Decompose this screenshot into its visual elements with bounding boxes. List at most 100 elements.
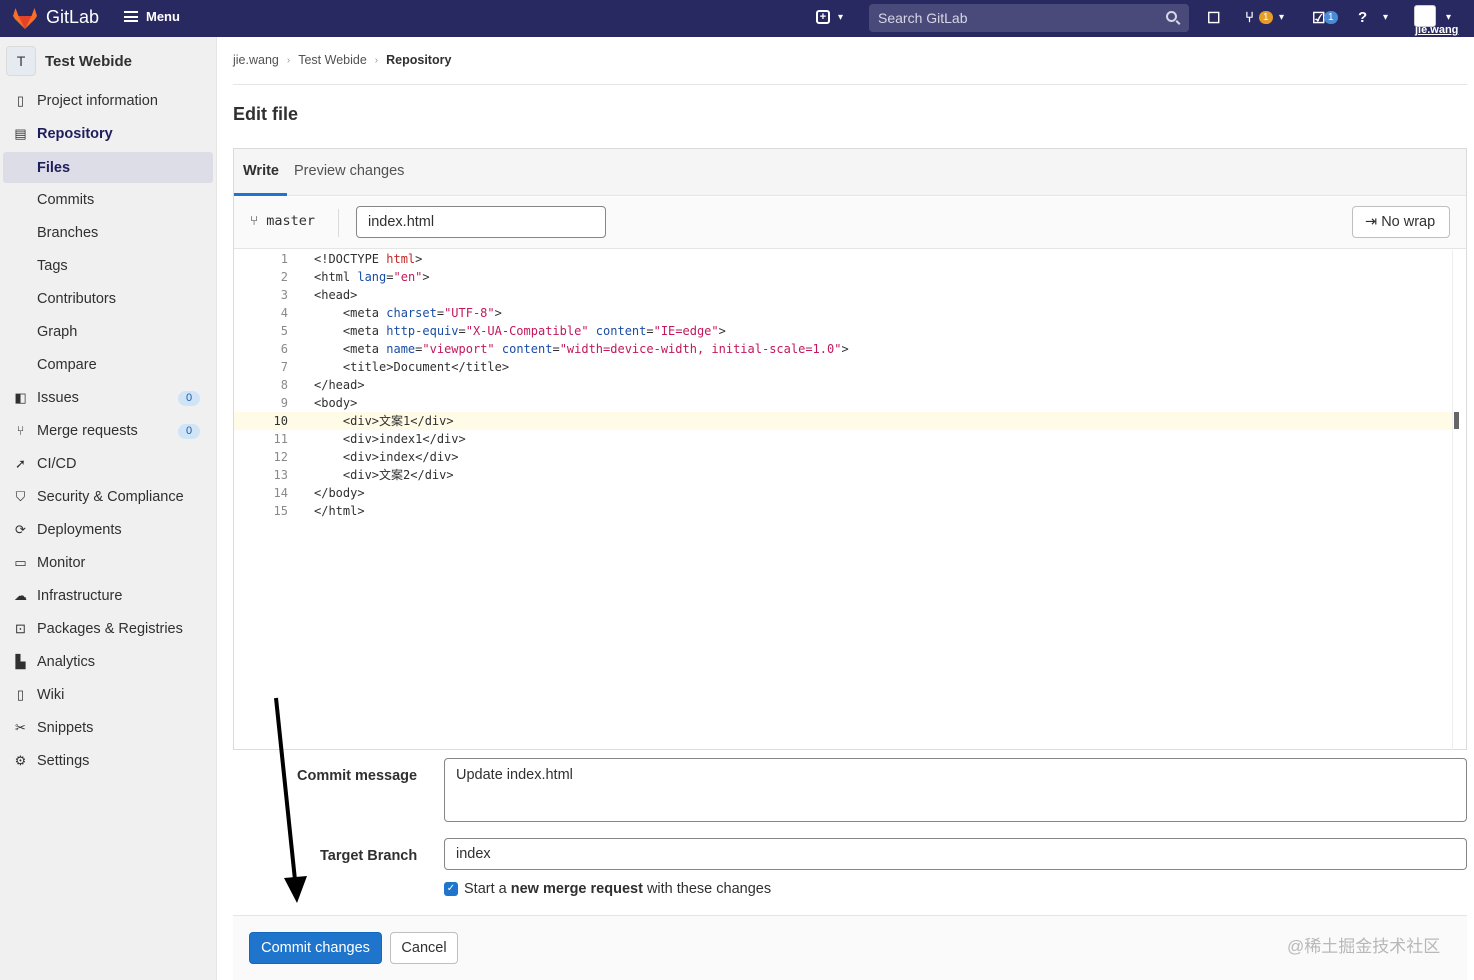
project-avatar: T	[6, 46, 36, 76]
sidebar-item-tags[interactable]: Tags	[0, 251, 217, 281]
commit-changes-button[interactable]: Commit changes	[249, 932, 382, 964]
chevron-down-icon[interactable]: ▾	[1383, 12, 1388, 23]
sidebar-item-label: Wiki	[37, 687, 65, 703]
search-input[interactable]: Search GitLab	[869, 4, 1189, 32]
sidebar-item-contributors[interactable]: Contributors	[0, 284, 217, 314]
sidebar-item-label: Files	[37, 159, 71, 176]
tab-write[interactable]: Write	[243, 163, 279, 179]
code-line[interactable]: 7 <title>Document</title>	[234, 358, 1452, 376]
doc-icon: ▤	[14, 126, 27, 141]
search-icon	[1166, 11, 1177, 22]
code-line[interactable]: 14 </body>	[234, 484, 1452, 502]
sidebar-item-analytics[interactable]: ▙ Analytics	[0, 647, 217, 677]
username-link[interactable]: jie.wang	[1415, 24, 1458, 36]
chevron-down-icon[interactable]: ▾	[838, 12, 843, 23]
code-line[interactable]: 5 <meta http-equiv="X-UA-Compatible" con…	[234, 322, 1452, 340]
new-merge-request-label[interactable]: Start a new merge request with these cha…	[464, 881, 771, 897]
code-line[interactable]: 4 <meta charset="UTF-8">	[234, 304, 1452, 322]
issues-icon[interactable]: ☐	[1207, 9, 1220, 27]
sidebar-item-label: Monitor	[37, 555, 86, 571]
code-line[interactable]: 13 <div>文案2</div>	[234, 466, 1452, 484]
sidebar-item-label: Security & Compliance	[37, 489, 184, 505]
sidebar-item-label: CI/CD	[37, 456, 77, 472]
target-branch-input[interactable]: index	[444, 838, 1467, 870]
sidebar-item-deployments[interactable]: ⟳ Deployments	[0, 515, 217, 545]
line-text: <head>	[314, 288, 358, 302]
sidebar-item-label: Project information	[37, 93, 158, 109]
code-line[interactable]: 11 <div>index1</div>	[234, 430, 1452, 448]
chevron-down-icon[interactable]: ▾	[1279, 12, 1284, 23]
sidebar-item-commits[interactable]: Commits	[0, 185, 217, 215]
breadcrumb-item-user[interactable]: jie.wang	[233, 53, 279, 67]
line-text: <div>文案2</div>	[314, 468, 454, 482]
sidebar-item-compare[interactable]: Compare	[0, 350, 217, 380]
shield-icon: ⛉	[15, 489, 26, 504]
code-line[interactable]: 12 <div>index</div>	[234, 448, 1452, 466]
sidebar-item-infrastructure[interactable]: ☁ Infrastructure	[0, 581, 217, 611]
sidebar-item-branches[interactable]: Branches	[0, 218, 217, 248]
sidebar-item-issues[interactable]: ◧ Issues 0	[0, 383, 217, 413]
sidebar-item-label: Contributors	[37, 291, 116, 307]
tab-preview-changes[interactable]: Preview changes	[294, 163, 404, 179]
line-number: 4	[280, 306, 288, 320]
book-icon: ▯	[16, 687, 25, 702]
mr-label-suffix: with these changes	[642, 881, 772, 897]
scissors-icon: ✂	[15, 720, 26, 735]
editor-tabs: Write Preview changes	[234, 149, 1466, 196]
project-header[interactable]: T Test Webide	[0, 37, 217, 85]
sidebar-item-security-compliance[interactable]: ⛉ Security & Compliance	[0, 482, 217, 512]
sidebar-item-graph[interactable]: Graph	[0, 317, 217, 347]
code-line[interactable]: 2 <html lang="en">	[234, 268, 1452, 286]
code-editor[interactable]: 1 <!DOCTYPE html> 2 <html lang="en"> 3 <head>…	[234, 250, 1466, 750]
wrap-label: No wrap	[1381, 214, 1436, 230]
sidebar-item-settings[interactable]: ⚙ Settings	[0, 746, 217, 776]
line-number: 13	[273, 468, 288, 482]
sidebar-item-label: Packages & Registries	[37, 621, 183, 637]
sidebar-item-merge-requests[interactable]: ⑂ Merge requests 0	[0, 416, 217, 446]
file-name-input[interactable]: index.html	[356, 206, 606, 238]
new-merge-request-checkbox[interactable]: ✓	[444, 882, 458, 896]
cancel-button[interactable]: Cancel	[390, 932, 458, 964]
code-line[interactable]: 3 <head>	[234, 286, 1452, 304]
chevron-down-icon[interactable]: ▾	[1446, 12, 1451, 23]
brand-name[interactable]: GitLab	[46, 7, 99, 28]
sidebar-item-snippets[interactable]: ✂ Snippets	[0, 713, 217, 743]
code-line[interactable]: 1 <!DOCTYPE html>	[234, 250, 1452, 268]
sidebar-item-packages-registries[interactable]: ⊡ Packages & Registries	[0, 614, 217, 644]
line-number: 1	[280, 252, 288, 266]
sidebar-item-monitor[interactable]: ▭ Monitor	[0, 548, 217, 578]
sidebar-item-cicd[interactable]: ➚ CI/CD	[0, 449, 217, 479]
line-number: 8	[280, 378, 288, 392]
breadcrumb-item-project[interactable]: Test Webide	[298, 53, 367, 67]
menu-button[interactable]: Menu	[124, 9, 180, 24]
sidebar-item-label: Tags	[37, 258, 68, 274]
line-text: <div>index</div>	[314, 450, 459, 464]
sidebar-item-wiki[interactable]: ▯ Wiki	[0, 680, 217, 710]
merge-request-icon[interactable]: ⑂	[1245, 9, 1254, 26]
code-line[interactable]: 9 <body>	[234, 394, 1452, 412]
code-line[interactable]: 6 <meta name="viewport" content="width=d…	[234, 340, 1452, 358]
commit-message-textarea[interactable]: Update index.html	[444, 758, 1467, 822]
code-line[interactable]: 8 </head>	[234, 376, 1452, 394]
line-number: 12	[273, 450, 288, 464]
commit-form: Commit message Update index.html Target …	[233, 750, 1467, 980]
branch-name: ⑂ master	[250, 213, 315, 229]
sidebar-item-label: Merge requests	[37, 423, 138, 439]
editor-scrollbar[interactable]	[1452, 250, 1466, 750]
code-line[interactable]: 10 <div>文案1</div>	[234, 412, 1452, 430]
sidebar-item-repository[interactable]: ▤ Repository	[0, 119, 217, 149]
info-icon: ▯	[16, 93, 25, 108]
code-line[interactable]: 15 </html>	[234, 502, 1452, 520]
deployments-icon: ⟳	[15, 522, 26, 537]
new-item-icon[interactable]: +	[816, 10, 830, 24]
line-text: <html lang="en">	[314, 270, 430, 284]
sidebar-item-files[interactable]: Files	[3, 152, 213, 183]
sidebar-item-project-information[interactable]: ▯ Project information	[0, 86, 217, 116]
soft-wrap-toggle-button[interactable]: ⇥ No wrap	[1352, 206, 1450, 238]
issues-count-badge: 0	[178, 391, 200, 406]
gitlab-logo-icon[interactable]	[12, 6, 38, 30]
monitor-icon: ▭	[14, 555, 27, 570]
help-icon[interactable]: ?	[1358, 9, 1367, 26]
chart-icon: ▙	[15, 654, 26, 669]
breadcrumb-item-current[interactable]: Repository	[386, 53, 451, 67]
